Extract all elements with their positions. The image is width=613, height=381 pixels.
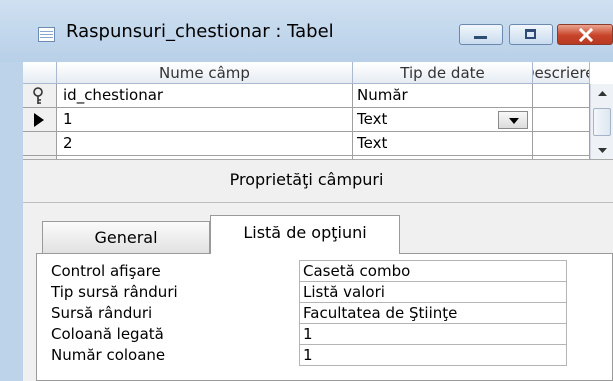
description-cell[interactable] [533, 84, 590, 108]
chevron-up-icon [598, 91, 607, 96]
current-row-arrow-icon [34, 113, 44, 127]
vertical-scrollbar[interactable] [590, 84, 613, 159]
close-button[interactable] [557, 24, 613, 45]
chevron-down-icon [509, 118, 519, 124]
property-value[interactable]: 1 [299, 345, 567, 366]
row-selector[interactable] [23, 108, 57, 132]
property-row[interactable]: Control afişare Casetă combo [37, 261, 613, 282]
property-row[interactable]: Număr coloane 1 [37, 345, 613, 366]
property-label: Coloană legată [51, 325, 164, 343]
scroll-up-button[interactable] [591, 84, 613, 102]
key-icon [33, 87, 43, 104]
maximize-icon [525, 29, 536, 39]
close-icon [578, 28, 594, 42]
description-cell[interactable] [533, 132, 590, 156]
data-type-cell[interactable]: Text [353, 108, 533, 132]
tab-general[interactable]: General [42, 221, 210, 253]
field-name-cell[interactable]: 1 [57, 108, 353, 132]
table-row[interactable]: id_chestionar Număr [23, 84, 590, 108]
column-header-description[interactable]: Descriere [533, 62, 590, 84]
property-row[interactable]: Coloană legată 1 [37, 324, 613, 345]
data-type-cell[interactable]: Număr [353, 84, 533, 108]
divider [23, 202, 613, 203]
property-label: Număr coloane [51, 346, 166, 364]
maximize-button[interactable] [509, 24, 553, 45]
property-label: Sursă rânduri [51, 304, 153, 322]
table-row[interactable]: 1 Text [23, 108, 590, 132]
title-bar[interactable]: Raspunsuri_chestionar : Tabel [0, 0, 613, 62]
table-icon [38, 27, 55, 42]
minimize-icon [474, 36, 487, 39]
tab-lookup-options[interactable]: Listă de opţiuni [210, 215, 400, 254]
scroll-thumb[interactable] [593, 108, 611, 136]
property-label: Control afişare [51, 262, 161, 280]
row-selector-header [23, 62, 57, 84]
property-value[interactable]: Listă valori [299, 282, 567, 303]
property-value[interactable]: 1 [299, 324, 567, 345]
property-value[interactable]: Casetă combo [299, 261, 567, 282]
properties-panel: Control afişare Casetă combo Tip sursă r… [36, 253, 613, 381]
column-header-data-type[interactable]: Tip de date [353, 62, 533, 84]
row-selector[interactable] [23, 84, 57, 108]
description-cell[interactable] [533, 108, 590, 132]
field-name-cell[interactable]: 2 [57, 132, 353, 156]
field-properties-title: Proprietăţi câmpuri [229, 170, 384, 189]
table-row[interactable]: 2 Text [23, 132, 590, 156]
property-row[interactable]: Tip sursă rânduri Listă valori [37, 282, 613, 303]
property-value[interactable]: Facultatea de Ştiinţe [299, 303, 567, 324]
data-type-dropdown-button[interactable] [498, 111, 528, 129]
scroll-down-button[interactable] [591, 144, 613, 159]
table-design-window: Raspunsuri_chestionar : Tabel Nume câmp … [0, 0, 613, 381]
minimize-button[interactable] [459, 24, 503, 45]
field-grid: Nume câmp Tip de date Descriere id_chest… [23, 62, 613, 180]
column-header-field-name[interactable]: Nume câmp [57, 62, 353, 84]
field-name-cell[interactable]: id_chestionar [57, 84, 353, 108]
chevron-down-icon [598, 148, 607, 153]
property-row[interactable]: Sursă rânduri Facultatea de Ştiinţe [37, 303, 613, 324]
property-label: Tip sursă rânduri [51, 283, 178, 301]
data-type-value: Text [357, 110, 388, 128]
column-header-description-label: Descriere [533, 64, 589, 82]
row-selector[interactable] [23, 132, 57, 156]
data-type-cell[interactable]: Text [353, 132, 533, 156]
window-title: Raspunsuri_chestionar : Tabel [66, 21, 334, 42]
